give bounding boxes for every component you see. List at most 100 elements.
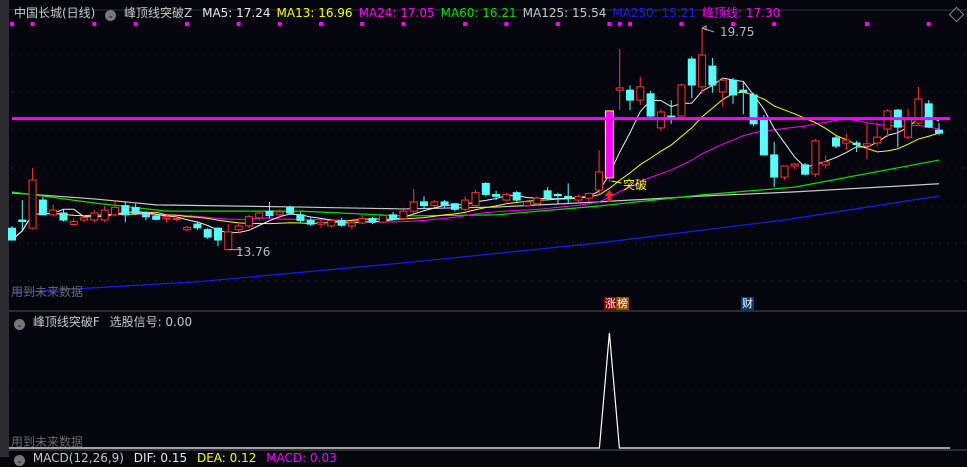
candle-body — [646, 93, 655, 117]
candle-body — [306, 219, 315, 225]
kline-chart[interactable] — [0, 0, 967, 457]
buy-arrow-icon — [604, 190, 615, 202]
candle-body — [687, 58, 696, 86]
candle-body — [574, 195, 583, 201]
candle-body — [244, 216, 253, 227]
candle-body — [69, 221, 78, 225]
top-marker — [277, 22, 282, 26]
top-marker — [360, 22, 365, 26]
tag-bang[interactable]: 榜 — [616, 297, 629, 310]
candle-body — [347, 222, 356, 227]
signal-panel — [9, 332, 950, 449]
candle-body — [141, 212, 150, 218]
chevron-down-icon[interactable]: ⌄ — [14, 319, 25, 330]
top-marker — [504, 22, 509, 26]
top-marker — [926, 22, 931, 26]
candle-body — [842, 139, 851, 144]
candle-body — [90, 212, 99, 221]
top-marker — [30, 22, 35, 26]
candle-body — [790, 163, 799, 167]
candle-body — [38, 199, 47, 216]
candle-body — [759, 117, 768, 156]
macd-label[interactable]: MACD(12,26,9) — [33, 451, 124, 465]
candle-body — [193, 223, 202, 229]
sub-header: ⌄ 峰顶线突破F 选股信号: 0.00 — [14, 313, 198, 330]
candle-body — [821, 161, 830, 166]
ma-legend-item: MA125: 15.54 — [522, 6, 607, 20]
high-arrow — [701, 25, 715, 33]
candle-body — [18, 219, 27, 223]
candle-body — [780, 165, 789, 178]
candle-body — [80, 217, 89, 221]
candle-body — [636, 86, 645, 101]
future-data-note-sub: 用到未来数据 — [11, 435, 84, 449]
candle-body — [162, 216, 171, 220]
candle-body — [28, 179, 37, 229]
candle-body — [265, 210, 274, 217]
top-marker — [236, 22, 241, 26]
top-marker — [617, 22, 622, 26]
candle-body — [275, 211, 284, 216]
candle-body — [718, 79, 727, 93]
top-marker — [555, 22, 560, 26]
ma-legend-item: MA24: 17.05 — [358, 6, 435, 20]
future-data-note-main: 用到未来数据 — [11, 285, 84, 299]
chevron-down-icon[interactable]: ⌄ — [105, 10, 117, 21]
candle-body — [203, 229, 212, 238]
sub-indicator-name[interactable]: 峰顶线突破F — [33, 315, 100, 329]
candle-body — [481, 182, 490, 195]
candle-body — [512, 192, 521, 201]
ma-legend-item: MA13: 16.96 — [276, 6, 353, 20]
candle-body — [440, 201, 449, 207]
candle-body — [183, 226, 192, 231]
candle-body — [286, 206, 295, 214]
candle-body — [59, 212, 68, 221]
candle-body — [553, 194, 562, 197]
candle-body — [131, 206, 140, 214]
ma250-line — [11, 195, 940, 294]
candle-body — [399, 210, 408, 220]
top-marker — [401, 22, 406, 26]
candle-body — [708, 65, 717, 86]
candle-body — [502, 194, 511, 201]
candle-body — [543, 190, 552, 199]
ma-lines — [11, 77, 940, 294]
candle-body — [811, 140, 820, 175]
top-marker — [185, 22, 190, 26]
tag-cai[interactable]: 财 — [741, 297, 754, 310]
candle-body — [862, 143, 871, 147]
candle-body — [564, 195, 573, 199]
candle-body — [770, 154, 779, 178]
ma-legend-item: MA5: 17.24 — [202, 6, 271, 20]
grid-lines — [12, 53, 967, 391]
candle-body — [832, 137, 840, 147]
breakout-candle — [604, 110, 614, 179]
top-marker — [864, 22, 869, 26]
macd-value: MACD: 0.03 — [266, 451, 337, 465]
macd-dif: DIF: 0.15 — [133, 451, 188, 465]
candle-body — [378, 215, 387, 223]
signal-value: 选股信号: 0.00 — [109, 315, 193, 329]
candle-body — [409, 201, 418, 212]
indicator-name[interactable]: 峰顶线突破Z — [124, 6, 192, 20]
candle-body — [317, 221, 325, 225]
ma-legend-item: MA60: 16.21 — [440, 6, 517, 20]
candle-body — [420, 201, 428, 207]
candle-body — [224, 231, 233, 251]
candle-body — [904, 117, 913, 138]
stock-title: 中国长城(日线) — [14, 6, 96, 20]
top-marker — [133, 22, 138, 26]
candle-body — [801, 164, 810, 175]
candle-body — [626, 89, 634, 101]
candle-body — [739, 89, 748, 93]
top-marker — [10, 22, 14, 26]
candle-body — [234, 225, 243, 231]
top-marker — [607, 22, 612, 26]
candle-body — [121, 205, 130, 216]
candle-body — [389, 214, 398, 220]
top-marker — [319, 22, 323, 26]
top-marker — [92, 22, 97, 26]
main-header: 中国长城(日线) ⌄ 峰顶线突破Z MA5: 17.24 MA13: 16.96 M… — [14, 4, 792, 21]
ma-legend-item: 峰顶线: 17.30 — [702, 6, 781, 20]
candle-body — [471, 192, 480, 207]
